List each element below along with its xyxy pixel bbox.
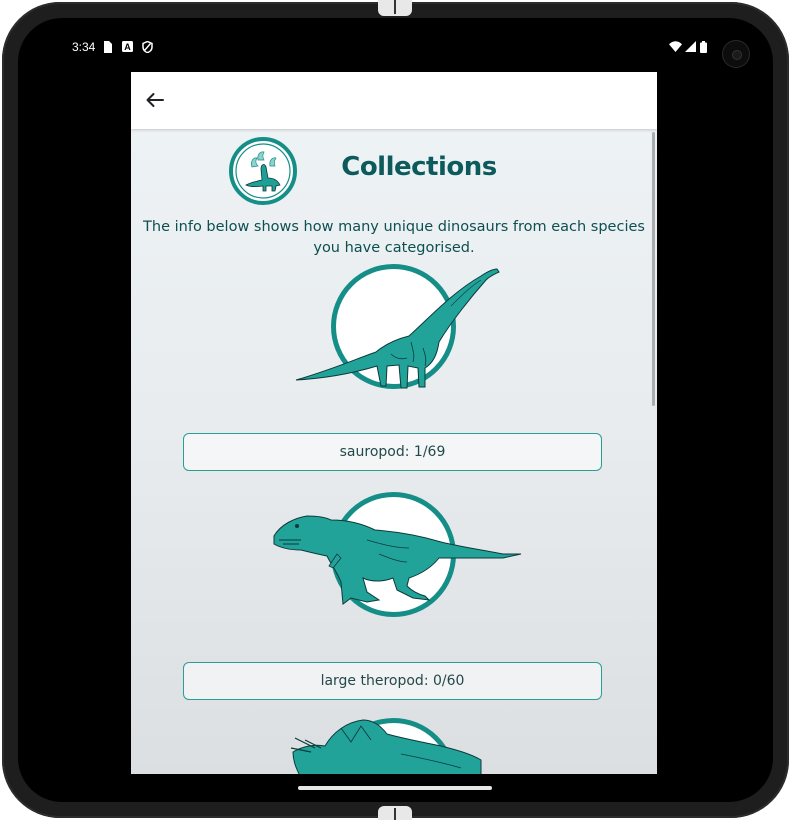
arrow-left-icon [146,93,164,107]
battery-icon [700,41,707,56]
back-button[interactable] [141,86,169,114]
scrollbar[interactable] [652,132,655,406]
svg-text:A: A [124,42,131,52]
theropod-icon [273,515,522,605]
dinosaur-logo-icon [228,136,298,206]
page-subtitle: The info below shows how many unique din… [143,219,645,256]
gesture-nav-handle[interactable] [298,786,492,790]
sauropod-icon [295,268,500,389]
app-bar [131,72,657,129]
hinge-top [378,0,412,16]
status-bar: 3:34 A [18,38,773,60]
front-camera [722,40,750,68]
wifi-icon [669,41,682,55]
device-screen: 3:34 A Collections The info below shows … [18,18,773,802]
a-notification-icon: A [122,41,133,55]
page-title: Collections [341,152,497,182]
app-window: Collections The info below shows how man… [131,72,657,774]
collection-count-card[interactable]: large theropod: 0/60 [183,662,602,700]
collection-item-sauropod: sauropod: 1/69 [131,262,657,512]
hinge-bottom [378,806,412,820]
collection-count-card[interactable]: sauropod: 1/69 [183,433,602,471]
status-time: 3:34 [72,40,96,54]
collection-item-large-theropod: large theropod: 0/60 [131,492,657,742]
shield-icon [142,40,153,56]
device-frame: 3:34 A Collections The info below shows … [0,0,791,820]
sim-card-icon [102,41,112,56]
collection-item-ceratopsian [131,718,657,774]
signal-icon [685,41,696,55]
ceratopsian-icon [290,719,482,774]
